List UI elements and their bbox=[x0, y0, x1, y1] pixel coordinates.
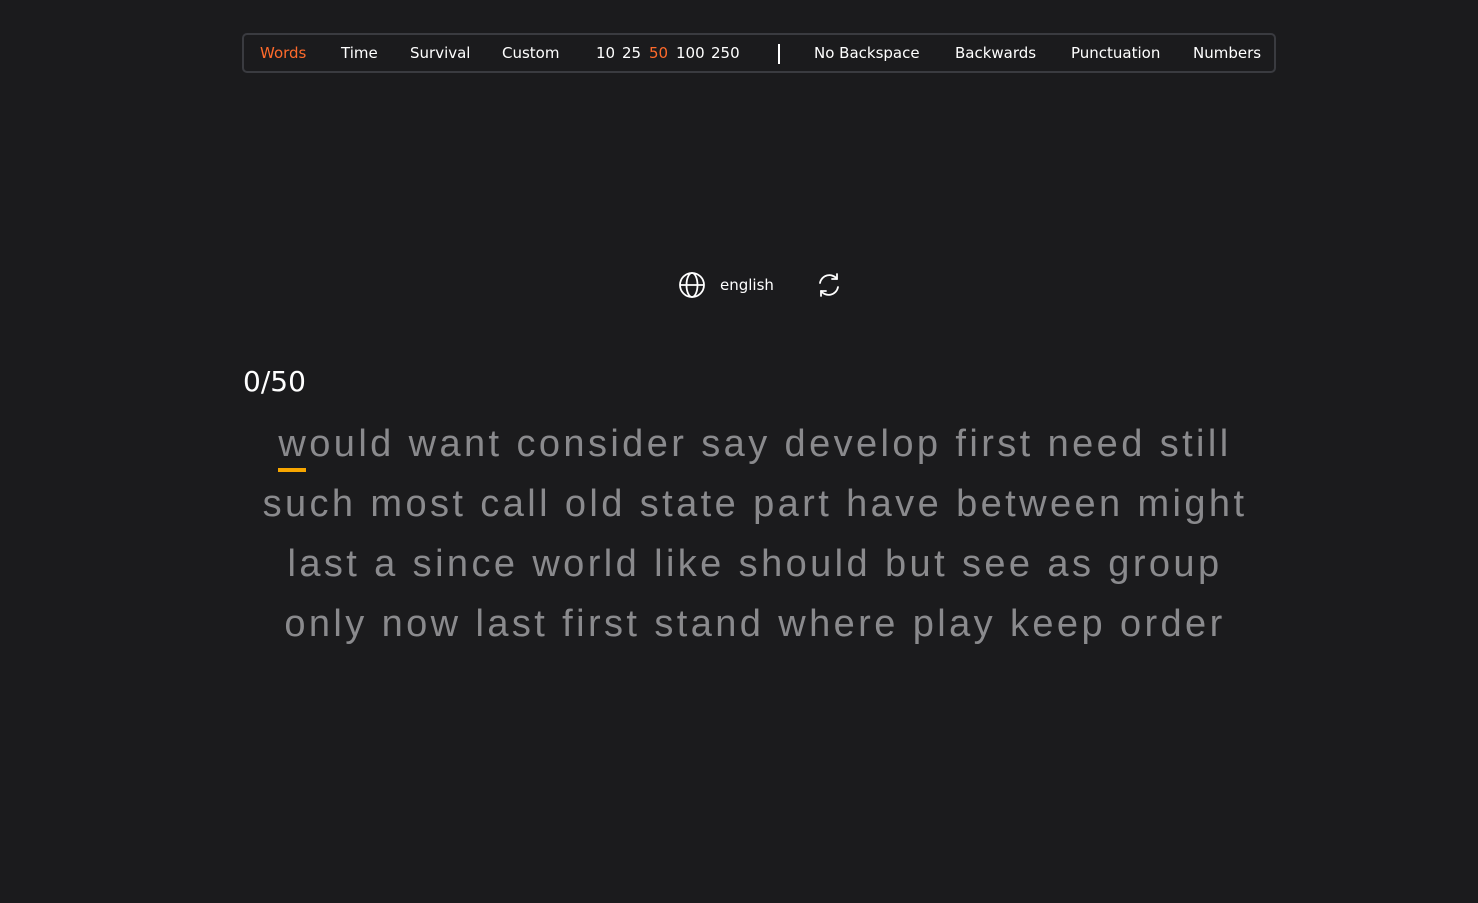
test-config-toolbar: Words Time Survival Custom 10 25 50 100 … bbox=[242, 33, 1276, 73]
globe-icon[interactable] bbox=[678, 271, 706, 299]
text-line-3: last a since world like should but see a… bbox=[287, 543, 1223, 585]
mode-time-button[interactable]: Time bbox=[341, 44, 378, 62]
text-line-1-rest: ould want consider say develop first nee… bbox=[309, 423, 1232, 465]
mode-survival-button[interactable]: Survival bbox=[410, 44, 470, 62]
count-100-button[interactable]: 100 bbox=[676, 44, 705, 62]
count-25-button[interactable]: 25 bbox=[622, 44, 641, 62]
caret-current-letter: w bbox=[278, 414, 309, 474]
typing-test-text[interactable]: would want consider say develop first ne… bbox=[200, 414, 1310, 654]
toolbar-divider bbox=[778, 44, 780, 64]
word-progress-counter: 0/50 bbox=[243, 365, 306, 398]
text-line-1: would want consider say develop first ne… bbox=[200, 414, 1310, 474]
text-line-2: such most call old state part have betwe… bbox=[262, 483, 1248, 525]
count-10-button[interactable]: 10 bbox=[596, 44, 615, 62]
count-50-button[interactable]: 50 bbox=[649, 44, 668, 62]
language-label[interactable]: english bbox=[720, 276, 774, 294]
option-punctuation-button[interactable]: Punctuation bbox=[1071, 44, 1160, 62]
option-backwards-button[interactable]: Backwards bbox=[955, 44, 1036, 62]
refresh-icon[interactable] bbox=[815, 271, 843, 299]
text-line-4: only now last first stand where play kee… bbox=[284, 603, 1226, 645]
language-selector[interactable]: english bbox=[678, 270, 774, 300]
option-no-backspace-button[interactable]: No Backspace bbox=[814, 44, 920, 62]
mode-custom-button[interactable]: Custom bbox=[502, 44, 559, 62]
option-numbers-button[interactable]: Numbers bbox=[1193, 44, 1261, 62]
count-250-button[interactable]: 250 bbox=[711, 44, 740, 62]
mode-words-button[interactable]: Words bbox=[260, 44, 306, 62]
